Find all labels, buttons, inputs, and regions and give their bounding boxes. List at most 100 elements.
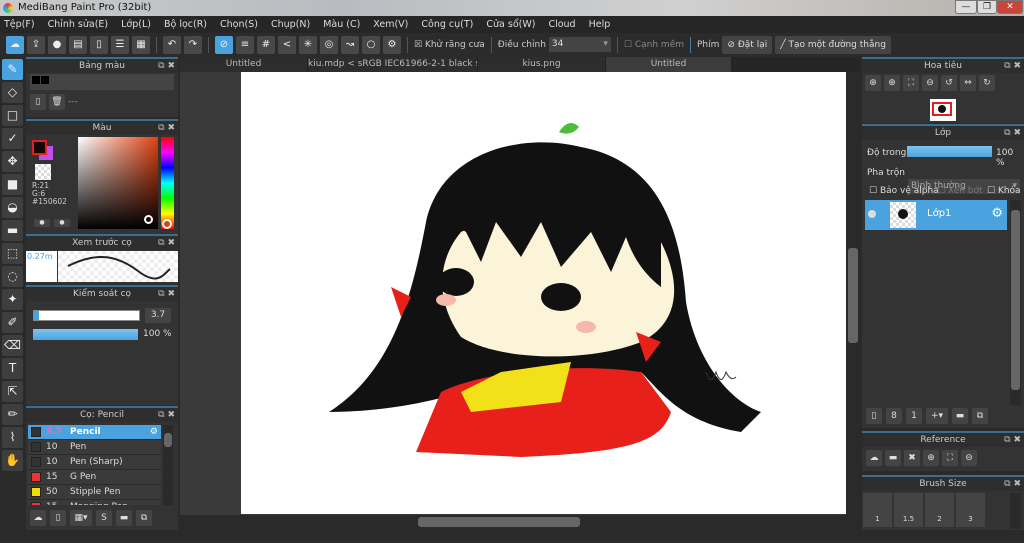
reset-button[interactable]: ⊘ Đặt lại <box>722 35 773 54</box>
divide-tool-icon[interactable]: ✏ <box>2 404 23 425</box>
drawing-canvas[interactable] <box>241 72 846 514</box>
color-picker-button[interactable]: ● <box>54 219 70 227</box>
text-tool-icon[interactable]: T <box>2 358 23 379</box>
zoom-out-icon[interactable]: ⊖ <box>922 75 938 91</box>
select-eraser-icon[interactable]: ⌫ <box>2 335 23 356</box>
hand-tool-icon[interactable]: ✋ <box>2 450 23 471</box>
reference-zoom-in-icon[interactable]: ⊕ <box>923 450 939 466</box>
menu-color[interactable]: Màu (C) <box>323 19 360 30</box>
close-button[interactable]: ✕ <box>997 0 1023 14</box>
brush-item[interactable]: 50 Stipple Pen <box>28 485 161 500</box>
operation-tool-icon[interactable]: ⇱ <box>2 381 23 402</box>
panel-close-icon[interactable]: ⧉ ✖ <box>158 408 175 422</box>
tab-kius-png[interactable]: kius.png <box>478 57 606 72</box>
panel-close-icon[interactable]: ⧉ ✖ <box>158 121 175 135</box>
brush-size-2[interactable]: 2 <box>925 493 954 527</box>
panel-close-icon[interactable]: ⧉ ✖ <box>158 287 175 301</box>
panel-close-icon[interactable]: ⧉ ✖ <box>1004 126 1021 140</box>
move-tool-icon[interactable]: ✥ <box>2 151 23 172</box>
brush-opacity-slider[interactable] <box>33 329 138 340</box>
new-layer-icon[interactable]: ▯ <box>866 408 882 424</box>
eyedropper-icon[interactable]: ⌇ <box>2 427 23 448</box>
eraser-tool-icon[interactable]: ◇ <box>2 82 23 103</box>
menu-tools[interactable]: Công cụ(T) <box>421 19 473 30</box>
radial-snap-icon[interactable]: ✳ <box>299 35 317 54</box>
new-1bit-layer-icon[interactable]: 1 <box>906 408 922 424</box>
menu-filter[interactable]: Bộ lọc(R) <box>164 19 207 30</box>
brush-tool-icon[interactable]: ✎ <box>2 59 23 80</box>
select-pen-icon[interactable]: ✓ <box>2 128 23 149</box>
brush-size-1-5[interactable]: 1.5 <box>894 493 923 527</box>
brush-size-value[interactable]: 3.7 <box>145 308 171 323</box>
layer-folder-icon[interactable]: ▬ <box>952 408 968 424</box>
reference-zoom-out-icon[interactable]: ⊖ <box>961 450 977 466</box>
brush-size-3[interactable]: 3 <box>956 493 985 527</box>
adjust-dropdown[interactable]: 34 <box>548 37 611 52</box>
layer-visibility-icon[interactable] <box>868 210 876 218</box>
circle-snap-icon[interactable]: ○ <box>362 35 380 54</box>
parallel-snap-icon[interactable]: ≡ <box>236 35 254 54</box>
rotate-left-icon[interactable]: ↺ <box>941 75 957 91</box>
cloud-brush-icon[interactable]: ☁ <box>30 510 46 526</box>
dot-tool-icon[interactable]: □ <box>2 105 23 126</box>
grid-snap-icon[interactable]: # <box>257 35 275 54</box>
antialias-checkbox[interactable]: ☒ Khử răng cưa <box>414 40 485 50</box>
menu-window[interactable]: Cửa sổ(W) <box>486 19 535 30</box>
new-8bit-layer-icon[interactable]: 8 <box>886 408 902 424</box>
straight-line-button[interactable]: ╱ Tạo một đường thẳng <box>775 35 891 54</box>
saturation-value-picker[interactable] <box>78 137 158 229</box>
transparent-color-swatch[interactable] <box>35 164 51 180</box>
rect-select-icon[interactable]: ⬚ <box>2 243 23 264</box>
layer-opacity-slider[interactable] <box>907 146 992 157</box>
message-icon[interactable]: ▤ <box>69 35 87 54</box>
delete-palette-icon[interactable]: 🗑 <box>49 94 65 110</box>
canvas-horizontal-scrollbar[interactable] <box>180 515 846 529</box>
fit-icon[interactable]: ⛶ <box>903 75 919 91</box>
clipping-checkbox[interactable]: ☐ Xén bớt <box>937 186 983 196</box>
brush-item[interactable]: 15 G Pen <box>28 470 161 485</box>
undo-icon[interactable]: ↶ <box>163 35 181 54</box>
share-icon[interactable]: ⇪ <box>27 35 45 54</box>
gradient-tool-icon[interactable]: ▬ <box>2 220 23 241</box>
brush-menu-icon[interactable]: ▦▾ <box>70 510 92 526</box>
brush-settings-icon[interactable]: ⚙ <box>150 427 158 437</box>
palette-swatches[interactable] <box>30 74 174 90</box>
zoom-actual-icon[interactable]: ⊕ <box>865 75 881 91</box>
brush-item[interactable]: 3.7 Pencil ⚙ <box>28 425 161 440</box>
select-pen-tool-icon[interactable]: ✐ <box>2 312 23 333</box>
menu-layer[interactable]: Lớp(L) <box>121 19 151 30</box>
duplicate-layer-icon[interactable]: ⧉ <box>972 408 988 424</box>
folder-icon[interactable]: ▬ <box>116 510 132 526</box>
document-icon[interactable]: ▯ <box>90 35 108 54</box>
fill-rect-icon[interactable]: ■ <box>2 174 23 195</box>
reference-open-icon[interactable]: ▬ <box>885 450 901 466</box>
curve-snap-icon[interactable]: ↝ <box>341 35 359 54</box>
reference-close-icon[interactable]: ✖ <box>904 450 920 466</box>
tab-untitled-2[interactable]: Untitled <box>606 57 732 72</box>
rotate-right-icon[interactable]: ↻ <box>979 75 995 91</box>
menu-select[interactable]: Chọn(S) <box>220 19 258 30</box>
add-brush-icon[interactable]: ▯ <box>50 510 66 526</box>
lock-checkbox[interactable]: ☐ Khóa <box>987 186 1021 196</box>
menu-view[interactable]: Xem(V) <box>373 19 408 30</box>
brush-item[interactable]: 10 Pen (Sharp) <box>28 455 161 470</box>
panel-close-icon[interactable]: ⧉ ✖ <box>1004 433 1021 447</box>
panel-close-icon[interactable]: ⧉ ✖ <box>158 236 175 250</box>
reference-fit-icon[interactable]: ⛶ <box>942 450 958 466</box>
lasso-select-icon[interactable]: ◌ <box>2 266 23 287</box>
maximize-button[interactable]: ❐ <box>977 0 997 14</box>
layer-scrollbar[interactable] <box>1010 200 1021 405</box>
brush-size-scrollbar[interactable] <box>1010 493 1021 529</box>
layer-row[interactable]: Lớp1 ⚙ <box>865 200 1007 230</box>
cloud-icon[interactable]: ☁ <box>6 35 24 54</box>
perspective-snap-icon[interactable]: < <box>278 35 296 54</box>
reference-cloud-icon[interactable]: ☁ <box>866 450 882 466</box>
add-layer-menu-icon[interactable]: +▾ <box>926 408 948 424</box>
menu-file[interactable]: Tệp(F) <box>4 19 35 30</box>
new-palette-icon[interactable]: ▯ <box>30 94 46 110</box>
menu-edit[interactable]: Chỉnh sửa(E) <box>48 19 109 30</box>
duplicate-icon[interactable]: ⧉ <box>136 510 152 526</box>
magic-wand-icon[interactable]: ✦ <box>2 289 23 310</box>
menu-snap[interactable]: Chụp(N) <box>271 19 310 30</box>
tab-kiu-mdp[interactable]: kiu.mdp < sRGB IEC61966-2-1 black scaled… <box>308 57 478 72</box>
